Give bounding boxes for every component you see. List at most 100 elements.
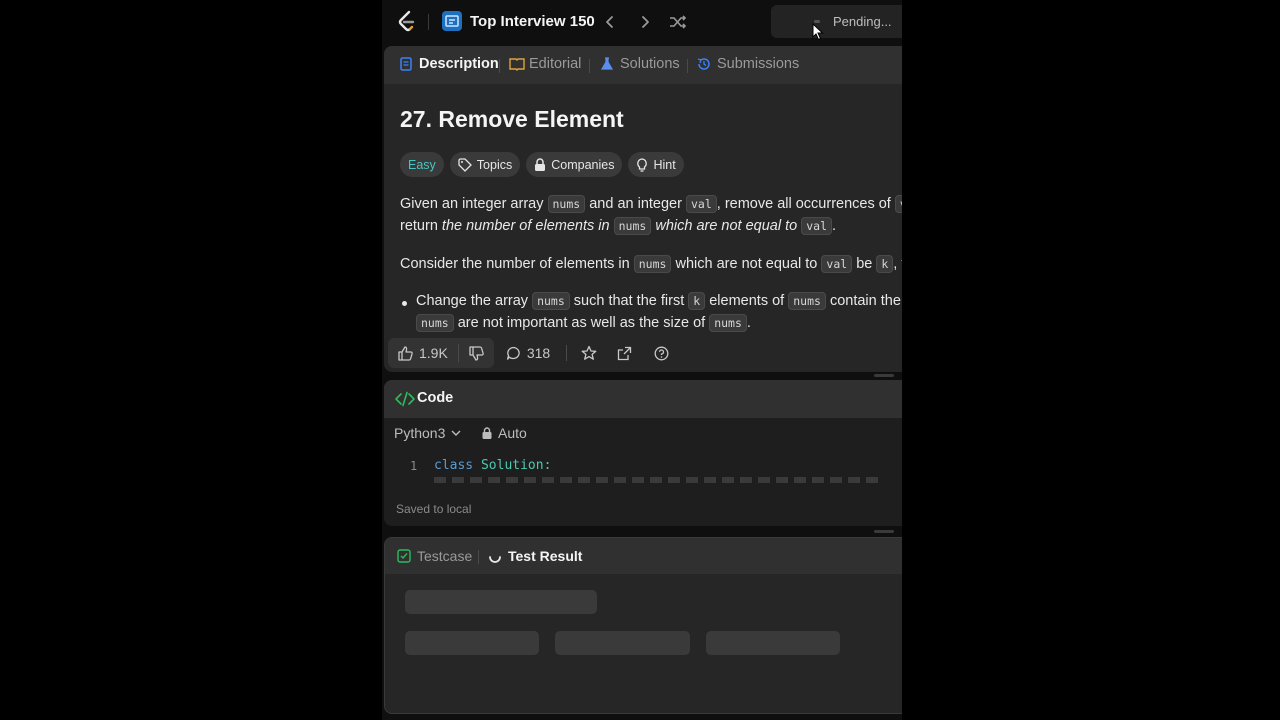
top-nav: Top Interview 150 Pending... (382, 0, 902, 44)
code-editor-overflow (434, 477, 884, 483)
text-span: , to (893, 256, 902, 272)
description-list-item: nums are not important as well as the si… (416, 312, 751, 334)
nav-divider (428, 14, 429, 30)
text-span: contain the el (829, 293, 902, 309)
inline-code: k (688, 292, 706, 310)
thumbs-down-icon (469, 345, 484, 361)
lock-icon (482, 427, 492, 439)
panel-resize-handle[interactable] (874, 374, 894, 377)
inline-code: nums (709, 314, 747, 332)
history-icon (697, 57, 711, 71)
book-icon (509, 57, 525, 71)
code-class-name: Solution: (480, 458, 552, 473)
loading-skeleton (555, 631, 690, 655)
loading-skeleton (405, 590, 597, 614)
test-panel-header: Testcase Test Result (385, 538, 902, 574)
comment-icon (506, 346, 520, 360)
tab-test-result-label: Test Result (508, 548, 583, 564)
flask-icon (600, 57, 614, 71)
thumbs-up-icon (398, 345, 413, 361)
chevron-down-icon (451, 430, 461, 436)
feedback-button[interactable] (654, 346, 669, 361)
text-span: and an integer (585, 196, 686, 212)
lightbulb-icon (637, 157, 648, 172)
comment-count: 318 (526, 345, 551, 361)
tab-editorial-label: Editorial (529, 56, 582, 72)
text-span: which are not equal to (671, 256, 822, 272)
inline-code: nums (788, 292, 826, 310)
topics-button[interactable]: Topics (449, 152, 521, 177)
tab-description[interactable]: Description (399, 56, 499, 72)
description-text: return the number of elements in nums wh… (400, 215, 836, 237)
emphasis: the number of elements in (441, 218, 614, 234)
topics-label: Topics (476, 157, 513, 172)
problem-actions: 1.9K 318 (388, 338, 669, 368)
text-span: be (852, 256, 877, 272)
code-panel-header: Code (384, 380, 902, 418)
difficulty-label: Easy (408, 157, 436, 172)
hint-label: Hint (653, 157, 676, 172)
share-button[interactable] (617, 346, 632, 361)
code-panel: Code Python3 Auto 1 class Solution: Save… (384, 380, 902, 526)
tab-testcase[interactable]: Testcase (397, 548, 472, 564)
loading-skeleton (706, 631, 840, 655)
chevron-left-icon (606, 16, 613, 28)
like-button[interactable]: 1.9K (388, 345, 458, 361)
language-select[interactable]: Python3 (394, 425, 461, 441)
chevron-right-icon (642, 16, 649, 28)
random-problem-button[interactable] (667, 11, 689, 33)
companies-button[interactable]: Companies (526, 152, 623, 177)
text-span: are not important as well as the size of (453, 315, 710, 331)
prev-problem-button[interactable] (599, 11, 621, 33)
companies-label: Companies (551, 157, 615, 172)
list-bullet (402, 301, 407, 306)
description-tabs: Description Editorial Solutions Submissi… (384, 46, 902, 84)
tab-editorial[interactable]: Editorial (509, 56, 581, 72)
language-label: Python3 (394, 425, 446, 441)
inline-code: nums (633, 255, 672, 273)
next-problem-button[interactable] (634, 11, 656, 33)
test-panel: Testcase Test Result (384, 537, 902, 714)
favorite-button[interactable] (581, 345, 597, 361)
study-plan-icon[interactable] (442, 11, 462, 31)
tag-icon (458, 157, 472, 172)
tab-testcase-label: Testcase (417, 548, 473, 564)
tab-submissions[interactable]: Submissions (697, 56, 799, 72)
leetcode-logo-icon[interactable] (396, 10, 418, 34)
actions-divider (566, 345, 568, 361)
star-icon (581, 345, 597, 360)
auto-mode-toggle[interactable]: Auto (482, 425, 527, 441)
line-number: 1 (410, 459, 418, 473)
loading-skeleton (405, 631, 539, 655)
tab-test-result[interactable]: Test Result (488, 548, 582, 564)
mouse-cursor (812, 23, 824, 41)
description-text: Consider the number of elements in nums … (400, 253, 902, 275)
text-span: return (400, 218, 442, 234)
test-tab-divider (478, 550, 479, 564)
save-status: Saved to local (396, 502, 472, 516)
tab-submissions-label: Submissions (717, 56, 800, 72)
tab-solutions[interactable]: Solutions (600, 56, 680, 72)
submission-status[interactable]: Pending... (771, 5, 902, 38)
shuffle-icon (670, 15, 687, 29)
dislike-button[interactable] (459, 345, 494, 361)
tab-separator (499, 59, 500, 73)
like-count: 1.9K (419, 345, 448, 361)
code-panel-title: Code (417, 390, 454, 406)
inline-code: val (894, 195, 902, 213)
code-icon (395, 391, 415, 407)
inline-code: nums (532, 292, 570, 310)
study-plan-title[interactable]: Top Interview 150 (470, 13, 595, 30)
hint-button[interactable]: Hint (628, 152, 684, 177)
comments-button[interactable]: 318 (506, 345, 550, 361)
text-span: elements of (705, 293, 789, 309)
text-span: . (832, 218, 837, 234)
tab-description-label: Description (419, 56, 499, 72)
code-editor-line[interactable]: class Solution: (434, 458, 551, 473)
inline-code: val (821, 255, 853, 273)
mode-label: Auto (498, 425, 527, 441)
description-icon (399, 57, 413, 71)
tab-solutions-label: Solutions (620, 56, 680, 72)
panel-resize-handle[interactable] (874, 530, 894, 533)
difficulty-badge: Easy (400, 152, 444, 177)
